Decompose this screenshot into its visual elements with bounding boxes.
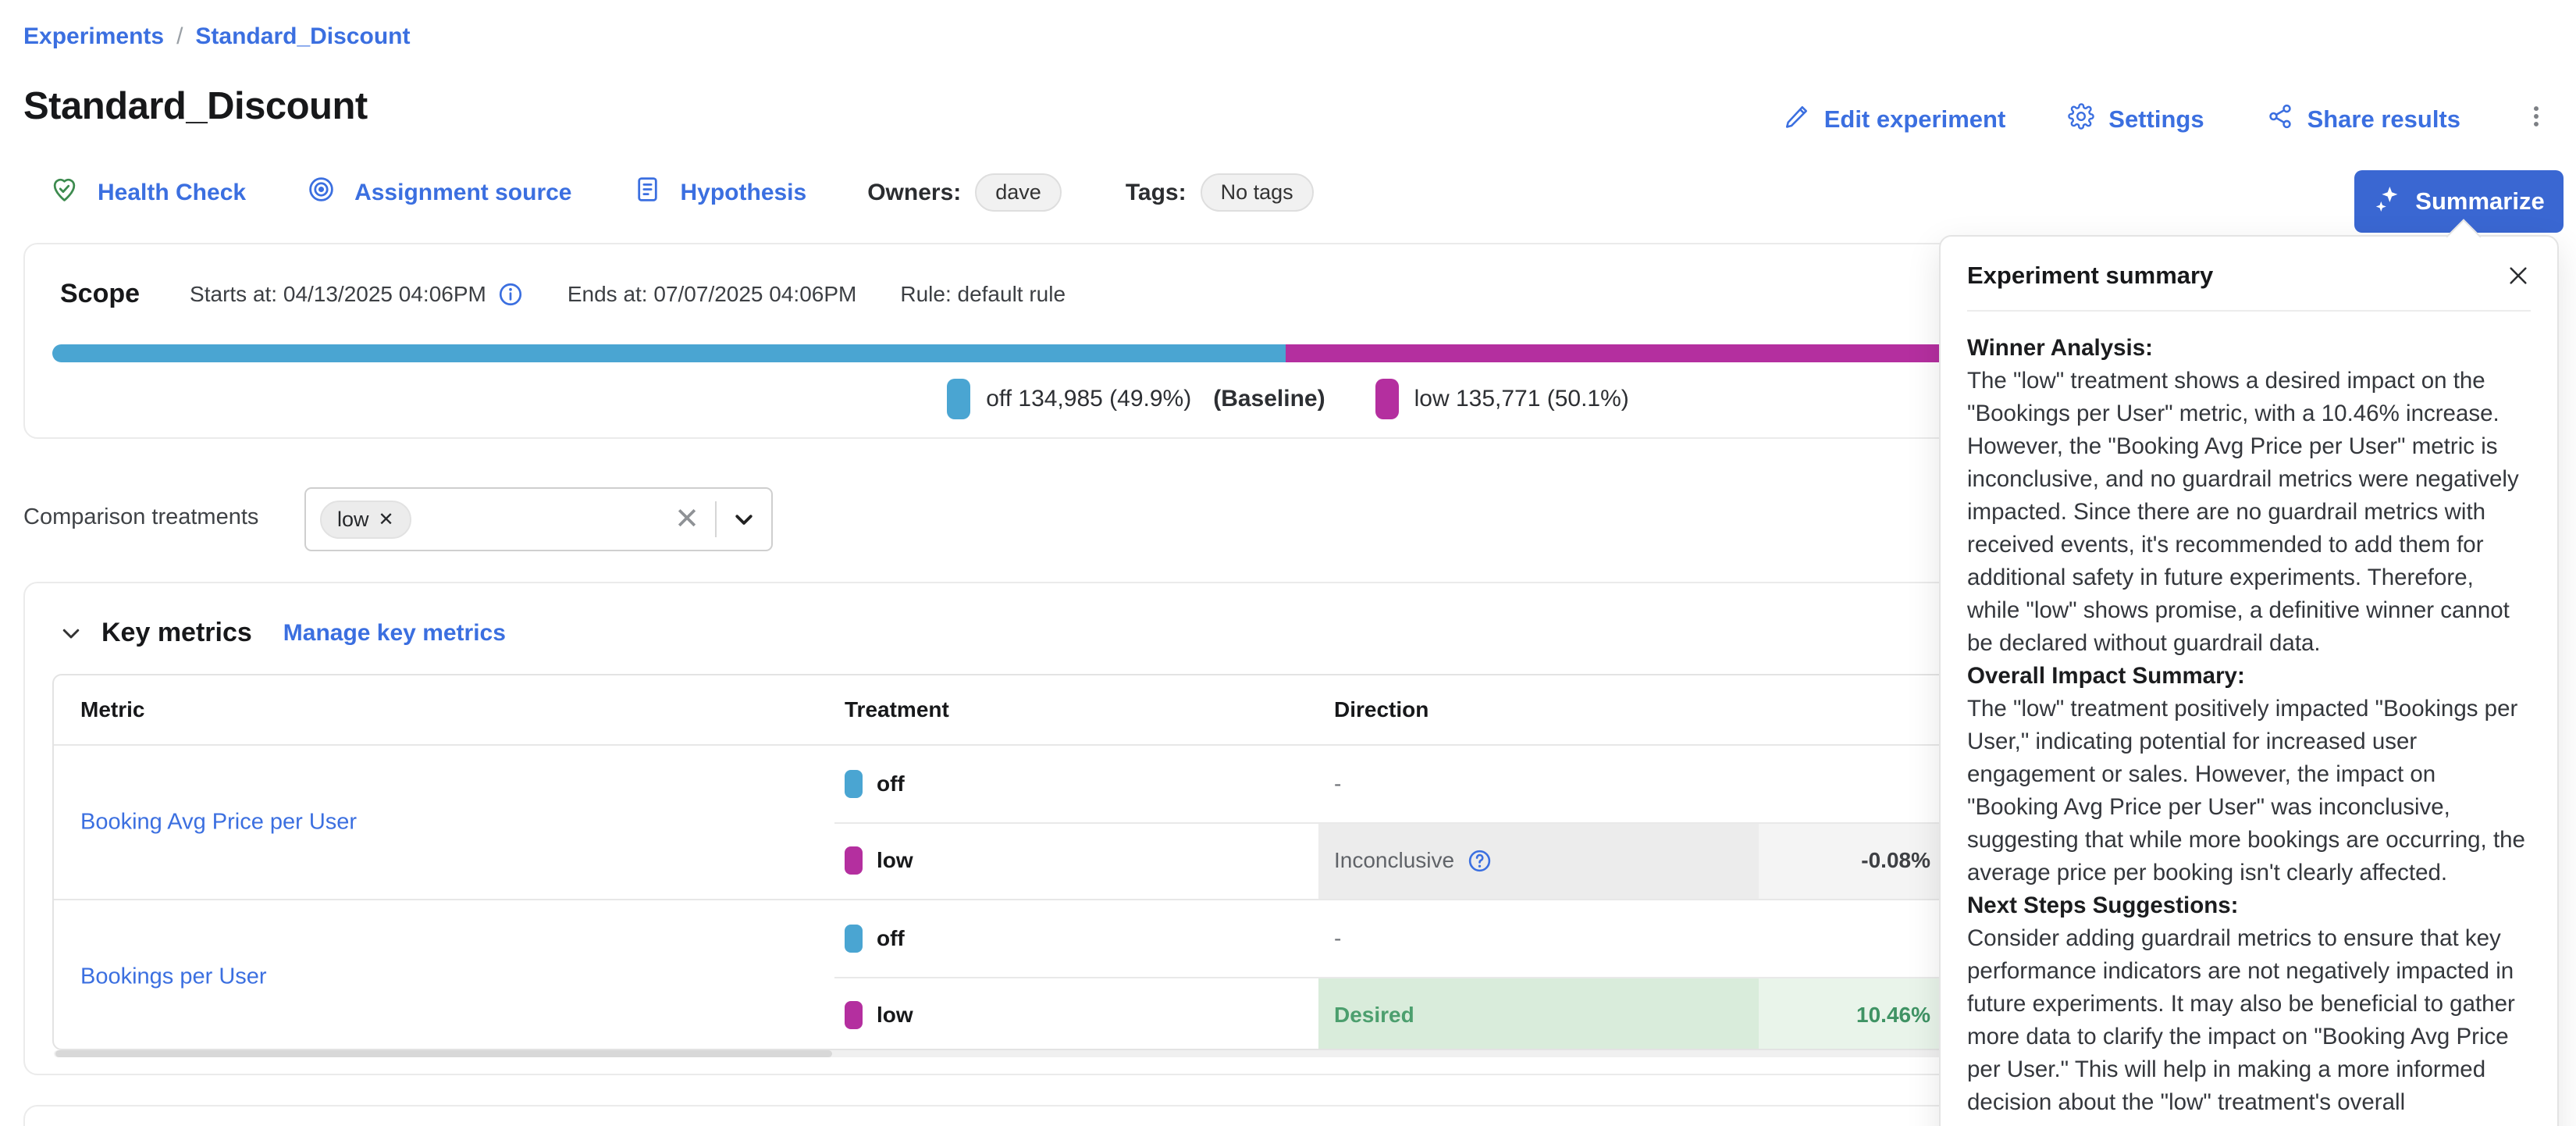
settings-label: Settings [2108,105,2204,134]
scope-rule: Rule: default rule [900,282,1066,307]
select-clear-icon[interactable]: ✕ [674,504,699,534]
share-results-label: Share results [2307,105,2460,134]
gear-icon [2068,103,2094,136]
settings-button[interactable]: Settings [2068,103,2204,136]
bullseye-icon [307,175,336,210]
winner-analysis-text: The "low" treatment shows a desired impa… [1967,365,2532,660]
kebab-icon [2523,103,2549,136]
treatment-chip-label: low [337,508,369,532]
treatment-name: off [877,771,905,796]
breadcrumb: Experiments / Standard_Discount [23,23,410,50]
allocation-segment-off [52,344,1286,362]
key-metrics-collapse-chevron-icon[interactable] [59,622,83,645]
change-cell [1759,900,1943,977]
info-icon[interactable] [497,281,524,308]
legend-text-low: low 135,771 (50.1%) [1414,386,1629,412]
column-header-treatment: Treatment [834,697,1318,722]
legend-baseline-tag: (Baseline) [1213,386,1325,412]
hypothesis-label: Hypothesis [681,180,807,206]
select-chevron-down-icon[interactable] [732,508,756,531]
treatment-chip-low[interactable]: low ✕ [320,501,411,539]
health-check-link[interactable]: Health Check [50,175,246,210]
owners-label: Owners: [867,180,961,206]
treatment-swatch-off [845,925,863,953]
column-header-direction: Direction [1318,697,1759,722]
page-title: Standard_Discount [23,84,368,128]
share-icon [2267,103,2293,136]
legend-swatch-low [1375,379,1399,419]
direction-cell-inconclusive: Inconclusive [1318,822,1759,899]
select-divider [715,501,717,537]
legend-text-off: off 134,985 (49.9%) [986,386,1191,412]
more-options-button[interactable] [2523,103,2549,136]
direction-cell: - [1318,746,1759,822]
metric-link[interactable]: Bookings per User [80,964,267,990]
breadcrumb-separator: / [176,23,183,50]
owner-badge: dave [975,173,1062,212]
change-cell [1759,746,1943,822]
health-check-label: Health Check [98,180,246,206]
key-metrics-title: Key metrics [101,618,252,648]
chip-remove-icon[interactable]: ✕ [379,508,394,531]
experiment-summary-panel: Experiment summary Winner Analysis: The … [1939,235,2559,1126]
winner-analysis-heading: Winner Analysis: [1967,332,2532,365]
sparkles-icon [2373,184,2403,219]
scope-starts-at: Starts at: 04/13/2025 04:06PM [190,281,524,308]
edit-experiment-button[interactable]: Edit experiment [1784,103,2006,136]
change-cell: -0.08% [1759,822,1943,899]
next-steps-heading: Next Steps Suggestions: [1967,889,2532,922]
treatment-swatch-low [845,1001,863,1029]
scrollbar-thumb[interactable] [55,1050,832,1057]
overall-impact-text: The "low" treatment positively impacted … [1967,693,2532,889]
comparison-treatments-select[interactable]: low ✕ ✕ [304,487,773,551]
tags-badge: No tags [1201,173,1314,212]
breadcrumb-current-link[interactable]: Standard_Discount [195,23,410,50]
experiment-page: Experiments / Standard_Discount Standard… [0,0,2576,1126]
change-cell: 10.46% [1759,977,1943,1050]
comparison-treatments-label: Comparison treatments [23,504,258,530]
summary-panel-title: Experiment summary [1967,262,2213,290]
hypothesis-link[interactable]: Hypothesis [633,175,807,210]
assignment-source-label: Assignment source [354,180,571,206]
treatment-name: off [877,926,905,951]
pencil-icon [1784,103,1810,136]
breadcrumb-experiments-link[interactable]: Experiments [23,23,164,50]
treatment-name: low [877,1003,913,1028]
experiment-meta-row: Health Check Assignment source Hypothesi… [50,173,1314,212]
direction-cell: - [1318,900,1759,977]
metric-link[interactable]: Booking Avg Price per User [80,810,357,836]
assignment-source-link[interactable]: Assignment source [307,175,571,210]
share-results-button[interactable]: Share results [2267,103,2460,136]
legend-item-low: low 135,771 (50.1%) [1375,379,1629,419]
column-header-metric: Metric [54,697,834,722]
treatment-name: low [877,848,913,873]
manage-key-metrics-link[interactable]: Manage key metrics [283,620,506,647]
heart-check-icon [50,175,79,210]
treatment-swatch-low [845,846,863,875]
tags-label: Tags: [1126,180,1187,206]
legend-item-off: off 134,985 (49.9%) (Baseline) [947,379,1325,419]
overall-impact-heading: Overall Impact Summary: [1967,660,2532,693]
summarize-label: Summarize [2415,187,2544,216]
scope-ends-at: Ends at: 07/07/2025 04:06PM [568,282,857,307]
scope-title: Scope [60,279,140,309]
legend-swatch-off [947,379,970,419]
header-actions: Edit experiment Settings Share results [1784,103,2549,136]
close-icon[interactable] [2506,263,2531,288]
edit-experiment-label: Edit experiment [1824,105,2006,134]
summary-panel-body: Winner Analysis: The "low" treatment sho… [1941,312,2557,1119]
question-circle-icon[interactable] [1467,848,1493,874]
next-steps-text: Consider adding guardrail metrics to ens… [1967,922,2532,1119]
direction-cell-desired: Desired [1318,977,1759,1050]
treatment-swatch-off [845,770,863,798]
note-icon [633,175,662,210]
